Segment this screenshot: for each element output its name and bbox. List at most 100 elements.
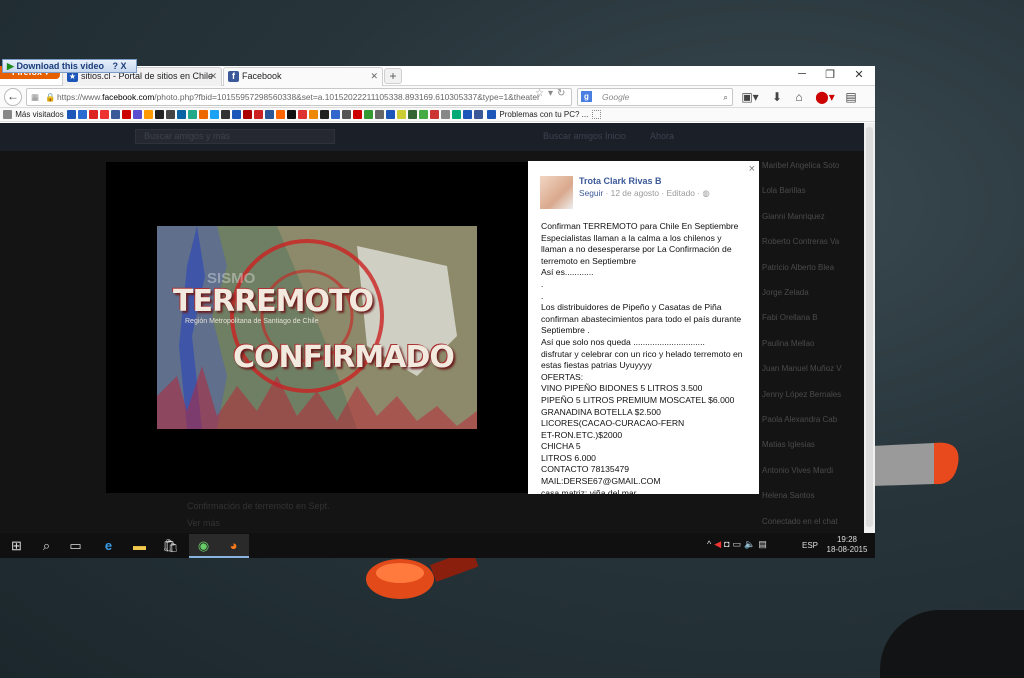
avatar[interactable]: [540, 176, 573, 209]
bookmark-icon[interactable]: [77, 110, 87, 120]
bookmark-icon[interactable]: [121, 110, 131, 120]
chat-contact[interactable]: Antonio Vives Mardi: [762, 466, 858, 475]
chat-contact[interactable]: Gianni Manriquez: [762, 212, 858, 221]
bookmark-icon[interactable]: [319, 110, 329, 120]
scrollbar-thumb[interactable]: [866, 127, 873, 527]
bookmark-icon[interactable]: [66, 110, 76, 120]
help-button[interactable]: ?: [112, 61, 118, 71]
notification-icon[interactable]: ▤: [758, 539, 770, 549]
reload-icon[interactable]: ↻: [557, 88, 569, 99]
start-button-icon[interactable]: ⊞: [8, 537, 25, 554]
facebook-search-input[interactable]: Buscar amigos y más: [135, 129, 335, 144]
edge-icon[interactable]: e: [100, 537, 117, 554]
bookmark-icon[interactable]: [363, 110, 373, 120]
system-tray[interactable]: ^◀◘▭🔈▤: [707, 539, 770, 550]
bookmark-icon[interactable]: [132, 110, 142, 120]
bookmark-icon[interactable]: [374, 110, 384, 120]
bookmark-icon[interactable]: [286, 110, 296, 120]
bookmark-icon[interactable]: [330, 110, 340, 120]
search-box[interactable]: g Google ⌕: [577, 88, 733, 106]
bookmark-icon[interactable]: [418, 110, 428, 120]
clock[interactable]: 19:28 18-08-2015: [826, 535, 868, 555]
bookmark-icon[interactable]: [154, 110, 164, 120]
taskbar-firefox[interactable]: ◕: [219, 534, 249, 558]
tab-close-icon[interactable]: ✕: [370, 68, 378, 85]
bookmark-icon[interactable]: [297, 110, 307, 120]
tray-app-icon[interactable]: ◀: [714, 539, 724, 549]
chat-contact[interactable]: Conectado en el chat: [762, 517, 858, 526]
bookmark-icon[interactable]: [231, 110, 241, 120]
volume-icon[interactable]: 🔈: [744, 539, 758, 549]
bookmark-icon[interactable]: [352, 110, 362, 120]
bookmark-icon[interactable]: [143, 110, 153, 120]
search-icon[interactable]: ⌕: [723, 89, 728, 105]
bookmark-icon[interactable]: [591, 110, 601, 120]
address-bar-actions[interactable]: ☆▾↻: [535, 88, 569, 99]
bookmark-icon[interactable]: [88, 110, 98, 120]
bookmark-problemas-pc[interactable]: Problemas con tu PC? ...: [499, 110, 588, 119]
bookmark-icon[interactable]: [264, 110, 274, 120]
nav-link-find-friends[interactable]: Buscar amigos: [543, 131, 603, 141]
bookmark-icon[interactable]: [220, 110, 230, 120]
page-scrollbar[interactable]: [864, 123, 875, 534]
follow-link[interactable]: Seguir: [579, 188, 603, 198]
chat-contact[interactable]: Juan Manuel Muñoz V: [762, 364, 858, 373]
chat-contact[interactable]: Patricio Alberto Blea: [762, 263, 858, 272]
chat-contact[interactable]: Jorge Zelada: [762, 288, 858, 297]
bookmark-icon[interactable]: [440, 110, 450, 120]
chat-contact[interactable]: Helena Santos: [762, 491, 858, 500]
nav-link-now[interactable]: Ahora: [650, 131, 674, 141]
bookmark-icon[interactable]: [253, 110, 263, 120]
new-tab-button[interactable]: +: [384, 68, 402, 84]
bookmark-icon[interactable]: [198, 110, 208, 120]
chat-contact[interactable]: Paulina Mellao: [762, 339, 858, 348]
bookmark-icon[interactable]: [209, 110, 219, 120]
chat-contact[interactable]: Maribel Angelica Soto: [762, 161, 858, 170]
most-visited-bookmark[interactable]: Más visitados: [15, 110, 63, 119]
tab-facebook[interactable]: f Facebook ✕: [223, 67, 383, 86]
download-video-button[interactable]: ▶ Download this video ? X: [2, 59, 137, 73]
task-view-icon[interactable]: ▭: [67, 537, 84, 554]
store-icon[interactable]: 🛍: [162, 537, 179, 554]
bookmark-icon[interactable]: [462, 110, 472, 120]
bookmark-icon[interactable]: [385, 110, 395, 120]
language-indicator[interactable]: ESP: [802, 541, 818, 550]
bookmark-icon[interactable]: [110, 110, 120, 120]
chat-contact[interactable]: Lola Barillas: [762, 186, 858, 195]
bookmark-icon[interactable]: [275, 110, 285, 120]
bookmark-icon[interactable]: [407, 110, 417, 120]
bookmark-icon[interactable]: [242, 110, 252, 120]
adblock-icon[interactable]: ⬤▾: [815, 88, 835, 106]
file-explorer-icon[interactable]: ▬: [131, 537, 148, 554]
close-window-button[interactable]: ✕: [849, 68, 869, 81]
close-download-bar[interactable]: X: [120, 61, 126, 71]
bookmark-icon[interactable]: [396, 110, 406, 120]
bookmark-icon[interactable]: [473, 110, 483, 120]
bookmark-icon[interactable]: [165, 110, 175, 120]
maximize-button[interactable]: ❐: [820, 68, 840, 81]
download-icon[interactable]: ⬇: [770, 88, 784, 106]
back-button[interactable]: ←: [4, 88, 22, 106]
post-photo[interactable]: SISMO TERREMOTO Región Metropolitana de …: [157, 226, 477, 429]
bookmark-icon[interactable]: [308, 110, 318, 120]
post-author[interactable]: Trota Clark Rivas B: [579, 176, 662, 186]
chat-contact[interactable]: Roberto Contreras Va: [762, 237, 858, 246]
shield-icon[interactable]: ◘: [724, 539, 732, 549]
home-icon[interactable]: ⌂: [792, 88, 806, 106]
extension-icon[interactable]: ▤: [843, 88, 859, 106]
chat-contact[interactable]: Fabi Orellana B: [762, 313, 858, 322]
bookmark-icon[interactable]: [187, 110, 197, 120]
chat-contact[interactable]: Paola Alexandra Cab: [762, 415, 858, 424]
search-icon[interactable]: ⌕: [38, 537, 55, 554]
bookmark-icon[interactable]: [451, 110, 461, 120]
bookmark-icon[interactable]: [341, 110, 351, 120]
chat-contact[interactable]: Matias Iglesias: [762, 440, 858, 449]
bookmarks-menu-icon[interactable]: ▣▾: [740, 88, 760, 106]
bookmark-icon[interactable]: [99, 110, 109, 120]
tab-close-icon[interactable]: ✕: [209, 68, 217, 85]
bookmark-icon[interactable]: [176, 110, 186, 120]
close-theater-icon[interactable]: ×: [749, 163, 755, 175]
bookmark-icon[interactable]: [429, 110, 439, 120]
dropdown-icon[interactable]: ▾: [548, 88, 557, 99]
taskbar-app-running[interactable]: ◉: [189, 534, 219, 558]
